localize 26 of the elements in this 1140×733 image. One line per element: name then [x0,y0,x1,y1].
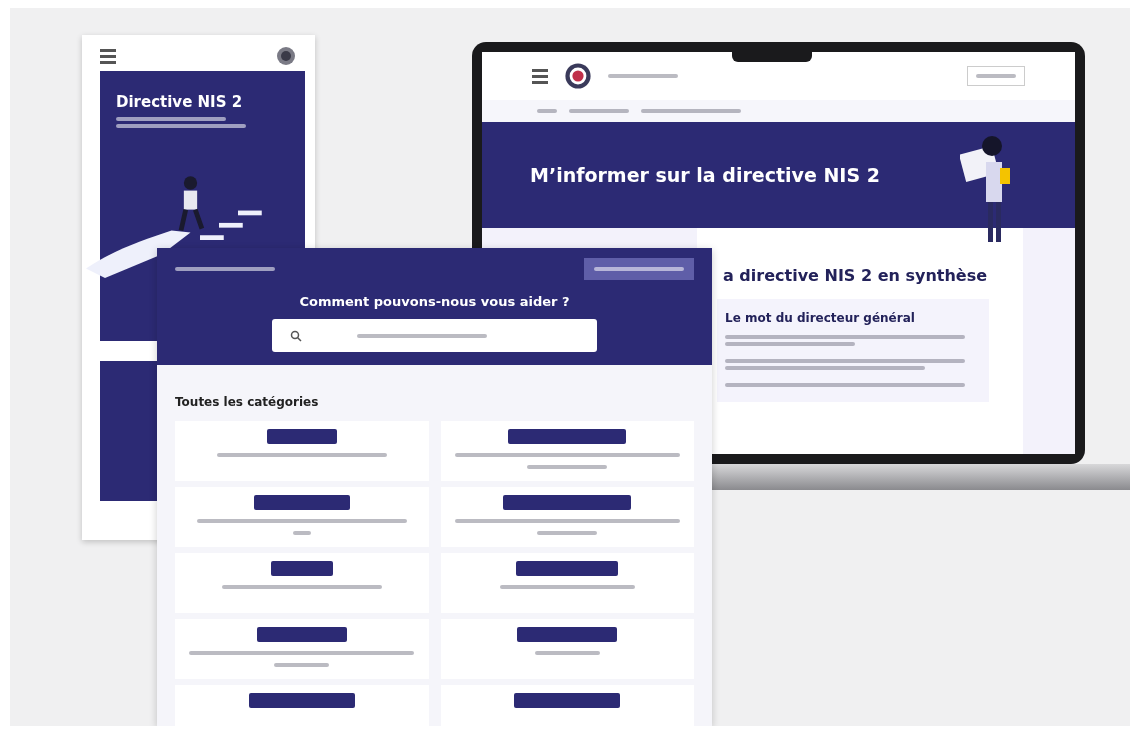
brochure-title: Directive NIS 2 [116,93,244,111]
category-card[interactable] [175,421,429,481]
seal-icon [564,62,592,90]
category-card[interactable] [440,553,694,613]
help-heading: Comment pouvons-nous vous aider ? [299,294,570,309]
search-icon [290,329,302,342]
seal-icon [276,46,296,66]
category-card[interactable] [175,619,429,679]
card-title: Le mot du directeur général [725,311,916,325]
blurred-text-drawing [608,74,678,78]
header-button[interactable] [584,258,694,280]
blurred-text-drawing [534,651,600,655]
blurred-text-drawing [537,531,598,535]
section-title: a directive NIS 2 en synthèse [723,266,989,285]
category-tag-drawing [270,561,333,576]
category-card[interactable] [440,619,694,679]
category-card[interactable] [440,421,694,481]
blurred-text-drawing [274,663,330,667]
section-title: Toutes les catégories [175,395,320,409]
search-field[interactable] [272,319,597,352]
category-card[interactable] [175,553,429,613]
blurred-text-drawing [292,531,311,535]
category-card[interactable] [175,487,429,547]
hero-title: M’informer sur la directive NIS 2 [530,164,880,186]
category-card[interactable] [440,487,694,547]
category-tag-drawing [266,429,337,444]
